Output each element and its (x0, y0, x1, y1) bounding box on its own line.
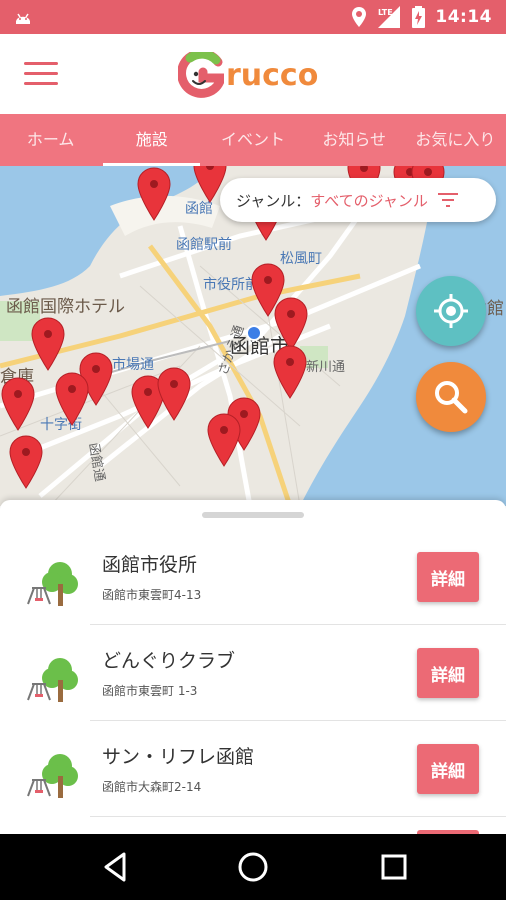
park-icon (27, 658, 78, 702)
map-pin-icon[interactable] (0, 376, 36, 432)
tab-home[interactable]: ホーム (0, 114, 101, 166)
map-pin-icon[interactable] (136, 166, 172, 222)
status-bar: LTE 14:14 (0, 0, 506, 34)
network-label: LTE (378, 8, 393, 17)
current-location-dot (246, 325, 262, 341)
facility-name: サン・リフレ函館 (102, 746, 255, 768)
recents-icon[interactable] (377, 850, 411, 884)
map-label-ichiba: 市場通 (112, 357, 154, 373)
map-view[interactable]: 函館 函館駅前 松風町 市役所前 函館国際ホテル 市場通 十字街 函館市 さかえ… (0, 166, 506, 506)
screen: LTE 14:14 rucco ホーム 施設 イベント お知らせ お気に入り 函… (0, 0, 506, 900)
status-time: 14:14 (435, 7, 492, 27)
divider (90, 624, 506, 625)
genre-value: すべてのジャンル (310, 191, 428, 210)
map-pin-icon[interactable] (8, 434, 44, 490)
park-icon (27, 562, 78, 606)
map-pin-icon[interactable] (272, 344, 308, 400)
tab-bar: ホーム 施設 イベント お知らせ お気に入り (0, 114, 506, 166)
signal-icon: LTE (378, 6, 401, 28)
search-button[interactable] (416, 362, 486, 432)
location-icon (352, 7, 367, 27)
genre-selector[interactable]: ジャンル： すべてのジャンル (220, 178, 496, 222)
detail-button[interactable]: 詳細 (417, 744, 479, 794)
facility-address: 函館市東雲町 1-3 (102, 684, 198, 698)
map-pin-icon[interactable] (30, 316, 66, 372)
my-location-button[interactable] (416, 276, 486, 346)
facility-address: 函館市東雲町4-13 (102, 588, 202, 602)
list-item[interactable]: サン・リフレ函館 函館市大森町2-14 詳細 (0, 722, 506, 818)
crosshair-icon (434, 294, 468, 328)
facility-list-sheet: 函館市役所 函館市東雲町4-13 詳細 どんぐりクラブ 函館市東雲町 1-3 詳… (0, 500, 506, 834)
map-pin-icon[interactable] (206, 412, 242, 468)
detail-button[interactable]: 詳細 (417, 648, 479, 698)
list-item[interactable]: 函館市役所 函館市東雲町4-13 詳細 (0, 530, 506, 626)
facility-name: 函館市役所 (102, 554, 198, 576)
facility-name: どんぐりクラブ (102, 650, 236, 672)
map-label-hakodate-station: 函館駅前 (176, 237, 232, 253)
list-item[interactable]: どんぐりクラブ 函館市東雲町 1-3 詳細 (0, 626, 506, 722)
battery-icon (412, 6, 426, 28)
tab-news[interactable]: お知らせ (304, 114, 405, 166)
genre-label: ジャンル： (236, 191, 311, 210)
map-pin-icon[interactable] (54, 371, 90, 427)
logo-face-icon (178, 52, 224, 98)
map-label-hotel: 函館国際ホテル (6, 297, 125, 317)
map-pin-icon[interactable] (156, 366, 192, 422)
back-icon[interactable] (98, 850, 132, 884)
park-icon (27, 754, 78, 798)
divider (90, 816, 506, 817)
detail-button[interactable]: 詳細 (417, 552, 479, 602)
home-icon[interactable] (236, 850, 270, 884)
search-icon (435, 381, 468, 414)
filter-icon (437, 193, 458, 207)
facility-address: 函館市大森町2-14 (102, 780, 202, 794)
android-icon (16, 13, 30, 24)
app-logo: rucco (178, 52, 318, 98)
map-label-matsukaze: 松風町 (280, 251, 322, 267)
menu-icon[interactable] (24, 62, 58, 88)
app-bar: rucco (0, 34, 506, 114)
tab-favorites[interactable]: お気に入り (405, 114, 506, 166)
divider (90, 720, 506, 721)
system-nav-bar (0, 834, 506, 900)
tab-facilities[interactable]: 施設 (101, 114, 202, 166)
logo-text: rucco (226, 57, 319, 93)
sheet-handle[interactable] (202, 512, 304, 518)
map-label-shinkawa: 新川通 (306, 360, 346, 375)
tab-events[interactable]: イベント (202, 114, 303, 166)
